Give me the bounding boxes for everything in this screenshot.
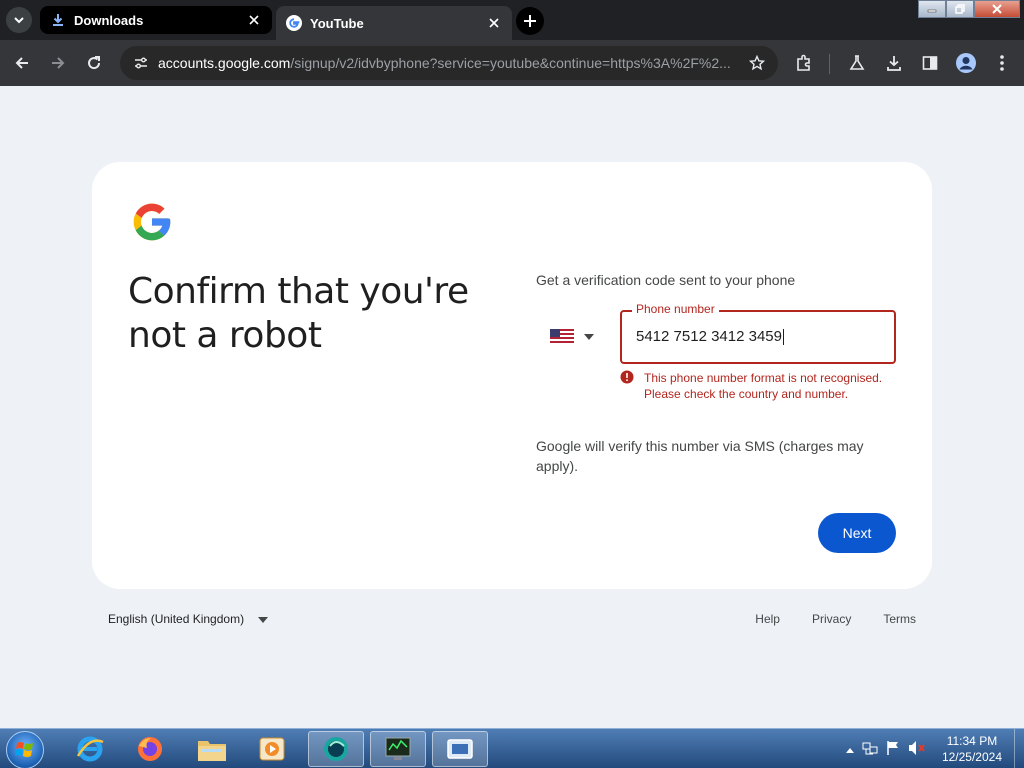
volume-muted-icon[interactable] xyxy=(908,740,926,759)
reload-icon xyxy=(88,56,101,70)
phone-error-message: This phone number format is not recognis… xyxy=(620,370,910,402)
tab-downloads[interactable]: Downloads xyxy=(40,6,272,34)
language-selector[interactable]: English (United Kingdom) xyxy=(108,612,269,626)
side-panel-icon[interactable] xyxy=(918,51,942,75)
minimize-button[interactable] xyxy=(918,0,946,18)
active-app-taskbar-icon[interactable] xyxy=(308,731,364,767)
network-icon[interactable] xyxy=(862,740,878,759)
plus-icon xyxy=(524,15,536,27)
firefox-taskbar-icon[interactable] xyxy=(122,731,178,767)
google-favicon-icon xyxy=(286,15,302,31)
url-path: /signup/v2/idvbyphone?service=youtube&co… xyxy=(290,55,731,71)
site-info-icon[interactable] xyxy=(130,52,152,74)
page-title: Confirm that you're not a robot xyxy=(128,271,469,356)
taskbar-clock[interactable]: 11:34 PM 12/25/2024 xyxy=(942,733,1002,765)
close-tab-icon[interactable] xyxy=(246,12,262,28)
tab-search-button[interactable] xyxy=(6,7,32,33)
help-link[interactable]: Help xyxy=(755,612,780,626)
system-monitor-taskbar-icon[interactable] xyxy=(370,731,426,767)
windows-logo-icon xyxy=(15,742,33,757)
tab-youtube[interactable]: YouTube xyxy=(276,6,512,40)
phone-number-label: Phone number xyxy=(632,302,719,316)
country-selector[interactable] xyxy=(550,326,606,346)
window-app-taskbar-icon[interactable] xyxy=(432,731,488,767)
next-button[interactable]: Next xyxy=(818,513,896,553)
reload-button[interactable] xyxy=(82,51,106,75)
system-tray: 11:34 PM 12/25/2024 xyxy=(845,729,1016,768)
error-icon xyxy=(620,370,636,386)
dropdown-arrow-icon xyxy=(258,612,269,626)
terms-link[interactable]: Terms xyxy=(883,612,916,626)
file-explorer-taskbar-icon[interactable] xyxy=(184,731,240,767)
more-menu-icon[interactable] xyxy=(990,51,1014,75)
window-controls xyxy=(918,0,1020,18)
phone-number-input[interactable]: 5412 7512 3412 3459 xyxy=(636,328,784,346)
browser-toolbar: accounts.google.com/signup/v2/idvbyphone… xyxy=(0,40,1024,86)
arrow-right-icon xyxy=(52,57,65,69)
close-window-button[interactable] xyxy=(974,0,1020,18)
us-flag-icon xyxy=(550,329,574,343)
show-hidden-icons-icon[interactable] xyxy=(845,742,854,756)
signup-card: Confirm that you're not a robot Get a ve… xyxy=(92,162,932,589)
media-player-taskbar-icon[interactable] xyxy=(244,731,300,767)
page-footer: English (United Kingdom) Help Privacy Te… xyxy=(108,612,916,632)
browser-tab-strip: Downloads YouTube xyxy=(0,0,1024,40)
close-tab-icon[interactable] xyxy=(486,15,502,31)
windows-taskbar: 11:34 PM 12/25/2024 xyxy=(0,728,1024,768)
clock-date: 12/25/2024 xyxy=(941,750,1002,764)
action-center-flag-icon[interactable] xyxy=(886,740,900,759)
arrow-left-icon xyxy=(15,57,28,69)
address-bar[interactable]: accounts.google.com/signup/v2/idvbyphone… xyxy=(120,46,778,80)
show-desktop-button[interactable] xyxy=(1014,729,1024,768)
error-text: This phone number format is not recognis… xyxy=(644,371,883,401)
language-label: English (United Kingdom) xyxy=(108,612,245,626)
verification-prompt: Get a verification code sent to your pho… xyxy=(536,272,796,288)
forward-button[interactable] xyxy=(46,51,70,75)
url-host: accounts.google.com xyxy=(158,55,291,71)
tab-title: YouTube xyxy=(310,15,364,31)
restore-button[interactable] xyxy=(946,0,974,18)
privacy-link[interactable]: Privacy xyxy=(812,612,851,626)
clock-time: 11:34 PM xyxy=(946,734,998,748)
extensions-icon[interactable] xyxy=(792,51,816,75)
tab-title: Downloads xyxy=(74,12,144,28)
chevron-down-icon xyxy=(14,17,24,24)
close-icon xyxy=(992,4,1002,14)
footer-links: Help Privacy Terms xyxy=(755,612,916,626)
bookmark-star-icon[interactable] xyxy=(746,52,768,74)
download-icon xyxy=(50,12,66,28)
new-tab-button[interactable] xyxy=(516,7,544,35)
toolbar-divider xyxy=(829,54,830,74)
downloads-icon[interactable] xyxy=(882,51,906,75)
sms-charges-note: Google will verify this number via SMS (… xyxy=(536,438,864,474)
phone-number-value: 5412 7512 3412 3459 xyxy=(636,328,782,345)
restore-icon xyxy=(955,4,965,14)
minimize-icon xyxy=(927,9,937,13)
internet-explorer-taskbar-icon[interactable] xyxy=(62,731,118,767)
text-cursor xyxy=(782,329,784,346)
google-logo-icon xyxy=(130,200,174,244)
dropdown-arrow-icon xyxy=(584,327,594,345)
back-button[interactable] xyxy=(10,51,34,75)
phone-number-field[interactable]: Phone number 5412 7512 3412 3459 xyxy=(620,302,896,364)
url-text: accounts.google.com/signup/v2/idvbyphone… xyxy=(158,55,746,71)
labs-flask-icon[interactable] xyxy=(845,51,869,75)
start-button[interactable] xyxy=(6,731,44,768)
profile-avatar-icon[interactable] xyxy=(954,51,978,75)
